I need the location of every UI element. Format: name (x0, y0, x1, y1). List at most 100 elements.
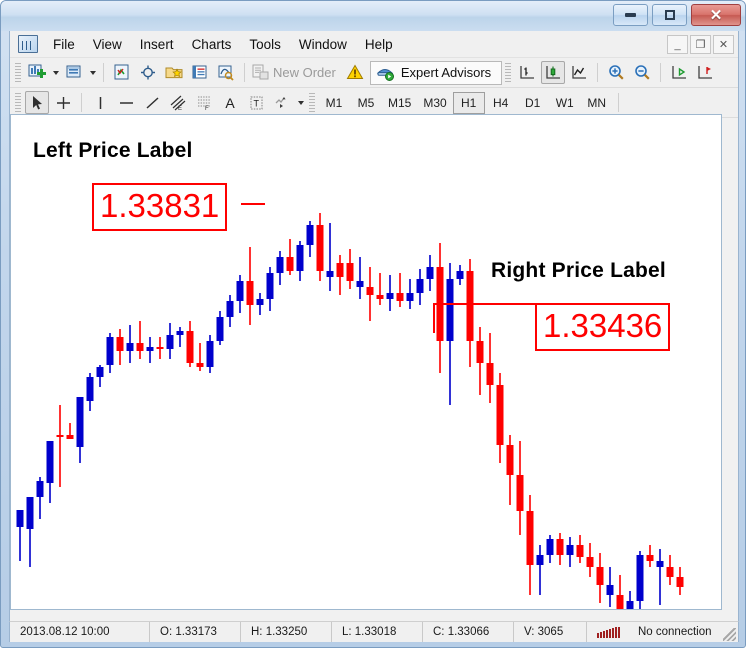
menu-item-view[interactable]: View (84, 33, 131, 56)
data-window-icon[interactable] (188, 61, 212, 84)
toolbar-separator (597, 63, 599, 82)
toolbar-separator (660, 63, 662, 82)
equidistant-channel-icon[interactable]: E (166, 91, 190, 114)
zoom-out-icon[interactable] (630, 61, 654, 84)
menu-item-tools[interactable]: Tools (240, 33, 290, 56)
candle (56, 405, 64, 487)
candle (26, 497, 34, 567)
candle (246, 247, 254, 325)
fibonacci-retracement-icon[interactable]: F (192, 91, 216, 114)
candle (506, 435, 514, 505)
status-close: C: 1.33066 (423, 622, 514, 642)
metatrader-window: ✕ File View Insert Charts Tools Window H… (0, 0, 746, 648)
trendline-icon[interactable] (140, 91, 164, 114)
right-label-connector-vertical (433, 303, 435, 333)
mdi-window-controls: _ ❐ ✕ (667, 35, 734, 54)
mdi-close-button[interactable]: ✕ (713, 35, 734, 54)
crosshair-icon[interactable] (51, 91, 75, 114)
bar-chart-icon[interactable] (515, 61, 539, 84)
zoom-in-icon[interactable] (604, 61, 628, 84)
auto-scroll-icon[interactable] (667, 61, 691, 84)
favorites-icon[interactable] (162, 61, 186, 84)
expert-advisors-button[interactable]: Expert Advisors (369, 60, 503, 85)
close-icon: ✕ (709, 6, 723, 24)
menu-item-file[interactable]: File (44, 33, 84, 56)
candle (676, 567, 684, 595)
timeframe-d1[interactable]: D1 (517, 92, 549, 114)
menu-item-window[interactable]: Window (290, 33, 356, 56)
candle (86, 373, 94, 411)
vertical-line-icon[interactable] (88, 91, 112, 114)
text-label-icon[interactable]: T (244, 91, 268, 114)
chart-shift-icon[interactable] (693, 61, 717, 84)
candle (346, 249, 354, 289)
toolbar-separator (617, 93, 619, 112)
timeframe-m30[interactable]: M30 (417, 92, 452, 114)
candle (566, 537, 574, 567)
timeframe-m15[interactable]: M15 (382, 92, 417, 114)
profiles-icon[interactable] (62, 61, 86, 84)
expert-advisors-icon (376, 69, 394, 81)
menu-item-help[interactable]: Help (356, 33, 402, 56)
toolbar-grip[interactable] (505, 62, 512, 83)
menu-bar: File View Insert Charts Tools Window Hel… (10, 31, 738, 58)
toolbar-grip[interactable] (309, 92, 315, 113)
timeframe-h4[interactable]: H4 (485, 92, 517, 114)
candle (576, 535, 584, 563)
candle (356, 257, 364, 299)
candle (556, 533, 564, 565)
timeframe-h1[interactable]: H1 (452, 91, 485, 114)
horizontal-line-icon[interactable] (114, 91, 138, 114)
navigator-icon[interactable] (136, 61, 160, 84)
candlestick-chart-icon[interactable] (541, 61, 566, 84)
candle (476, 327, 484, 395)
candle (126, 325, 134, 363)
new-chart-icon[interactable] (25, 61, 49, 84)
candle (286, 239, 294, 275)
window-resize-grip[interactable] (723, 628, 736, 641)
svg-text:T: T (253, 98, 259, 108)
metaeditor-icon[interactable] (343, 61, 367, 84)
window-close-button[interactable]: ✕ (691, 4, 741, 26)
toolbar-grip[interactable] (15, 62, 21, 83)
candle (96, 365, 104, 387)
shapes-icon[interactable] (270, 91, 294, 114)
window-maximize-button[interactable] (652, 4, 687, 26)
toolbar-grip[interactable] (15, 92, 21, 113)
menu-item-insert[interactable]: Insert (131, 33, 183, 56)
candle (76, 397, 84, 463)
profiles-dropdown-icon[interactable] (87, 61, 98, 84)
window-minimize-button[interactable] (613, 4, 648, 26)
candle (626, 591, 634, 609)
mdi-restore-button[interactable]: ❐ (690, 35, 711, 54)
market-watch-icon[interactable] (110, 61, 134, 84)
mdi-minimize-button[interactable]: _ (667, 35, 688, 54)
toolbar-separator (244, 63, 245, 82)
price-label-left[interactable]: 1.33831 (92, 183, 228, 231)
candle (166, 323, 174, 359)
text-icon[interactable]: A (218, 91, 242, 114)
status-datetime: 2013.08.12 10:00 (10, 622, 150, 642)
timeframe-m1[interactable]: M1 (318, 92, 350, 114)
new-chart-dropdown-icon[interactable] (50, 61, 61, 84)
svg-text:E: E (178, 106, 182, 111)
chart-panel[interactable]: Left Price Label Right Price Label 1.338… (10, 114, 722, 610)
status-connection: No connection (638, 626, 712, 638)
candle (136, 321, 144, 359)
status-volume: V: 3065 (514, 622, 587, 642)
terminal-icon[interactable] (214, 61, 238, 84)
price-label-right[interactable]: 1.33436 (535, 303, 671, 351)
candle (256, 293, 264, 315)
candle (376, 273, 384, 305)
timeframe-mn[interactable]: MN (581, 92, 613, 114)
timeframe-w1[interactable]: W1 (549, 92, 581, 114)
cursor-icon[interactable] (25, 91, 49, 114)
menu-item-charts[interactable]: Charts (183, 33, 241, 56)
toolbar-separator (81, 93, 82, 112)
shapes-dropdown-icon[interactable] (295, 91, 306, 114)
new-order-button[interactable]: New Order (250, 62, 342, 83)
timeframe-m5[interactable]: M5 (350, 92, 382, 114)
status-open: O: 1.33173 (150, 622, 241, 642)
line-chart-icon[interactable] (567, 61, 591, 84)
candle (326, 223, 334, 291)
